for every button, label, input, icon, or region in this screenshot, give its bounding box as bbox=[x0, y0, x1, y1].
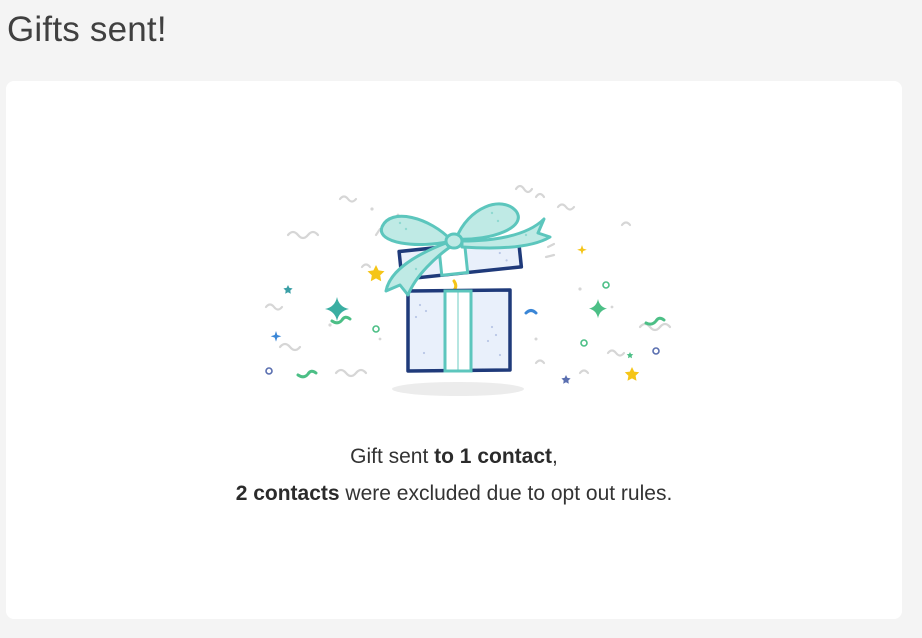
excluded-reason-text: were excluded due to opt out rules. bbox=[339, 482, 673, 505]
sent-suffix-text: , bbox=[552, 445, 558, 468]
excluded-count-text: 2 contacts bbox=[235, 482, 340, 505]
sent-count-text: to 1 contact bbox=[434, 445, 553, 468]
open-gift-box-confetti-icon bbox=[264, 184, 672, 396]
sent-prefix-text: Gift sent bbox=[350, 445, 435, 468]
sent-summary-line: Gift sent to 1 contact, bbox=[6, 438, 902, 475]
excluded-summary-line: 2 contacts were excluded due to opt out … bbox=[6, 475, 902, 512]
page-title: Gifts sent! bbox=[7, 10, 167, 49]
result-card: Gift sent to 1 contact, 2 contacts were … bbox=[6, 81, 902, 619]
result-message: Gift sent to 1 contact, 2 contacts were … bbox=[6, 438, 902, 512]
